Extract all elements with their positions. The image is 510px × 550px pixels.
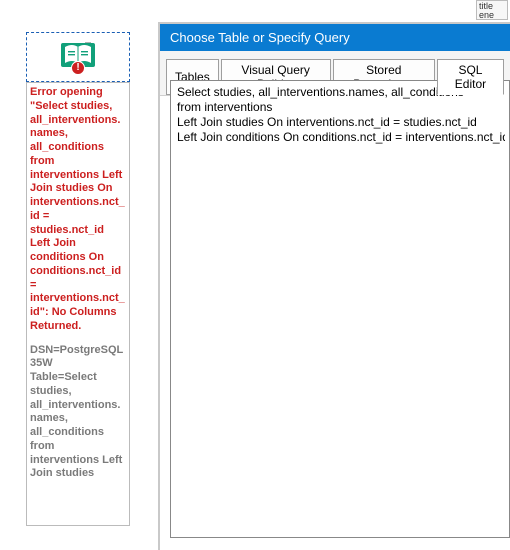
corner-fragment: title ene <box>476 0 508 20</box>
error-badge-icon <box>71 61 85 75</box>
left-panel: Error opening "Select studies, all_inter… <box>26 32 130 538</box>
datasource-card[interactable] <box>26 32 130 82</box>
fragment-line2: ene <box>479 11 505 20</box>
book-icon <box>59 39 97 71</box>
datasource-icon-wrap <box>29 37 127 77</box>
error-message: Error opening "Select studies, all_inter… <box>30 86 126 334</box>
sql-editor-wrap <box>170 80 510 538</box>
sql-editor[interactable] <box>175 83 505 535</box>
error-detail-box: Error opening "Select studies, all_inter… <box>26 82 130 526</box>
tab-sql-editor[interactable]: SQL Editor <box>437 59 504 95</box>
dsn-info: DSN=PostgreSQL35WTable=Select studies, a… <box>30 344 126 482</box>
query-dialog: Choose Table or Specify Query Tables Vis… <box>158 22 510 550</box>
dialog-title: Choose Table or Specify Query <box>160 24 510 51</box>
